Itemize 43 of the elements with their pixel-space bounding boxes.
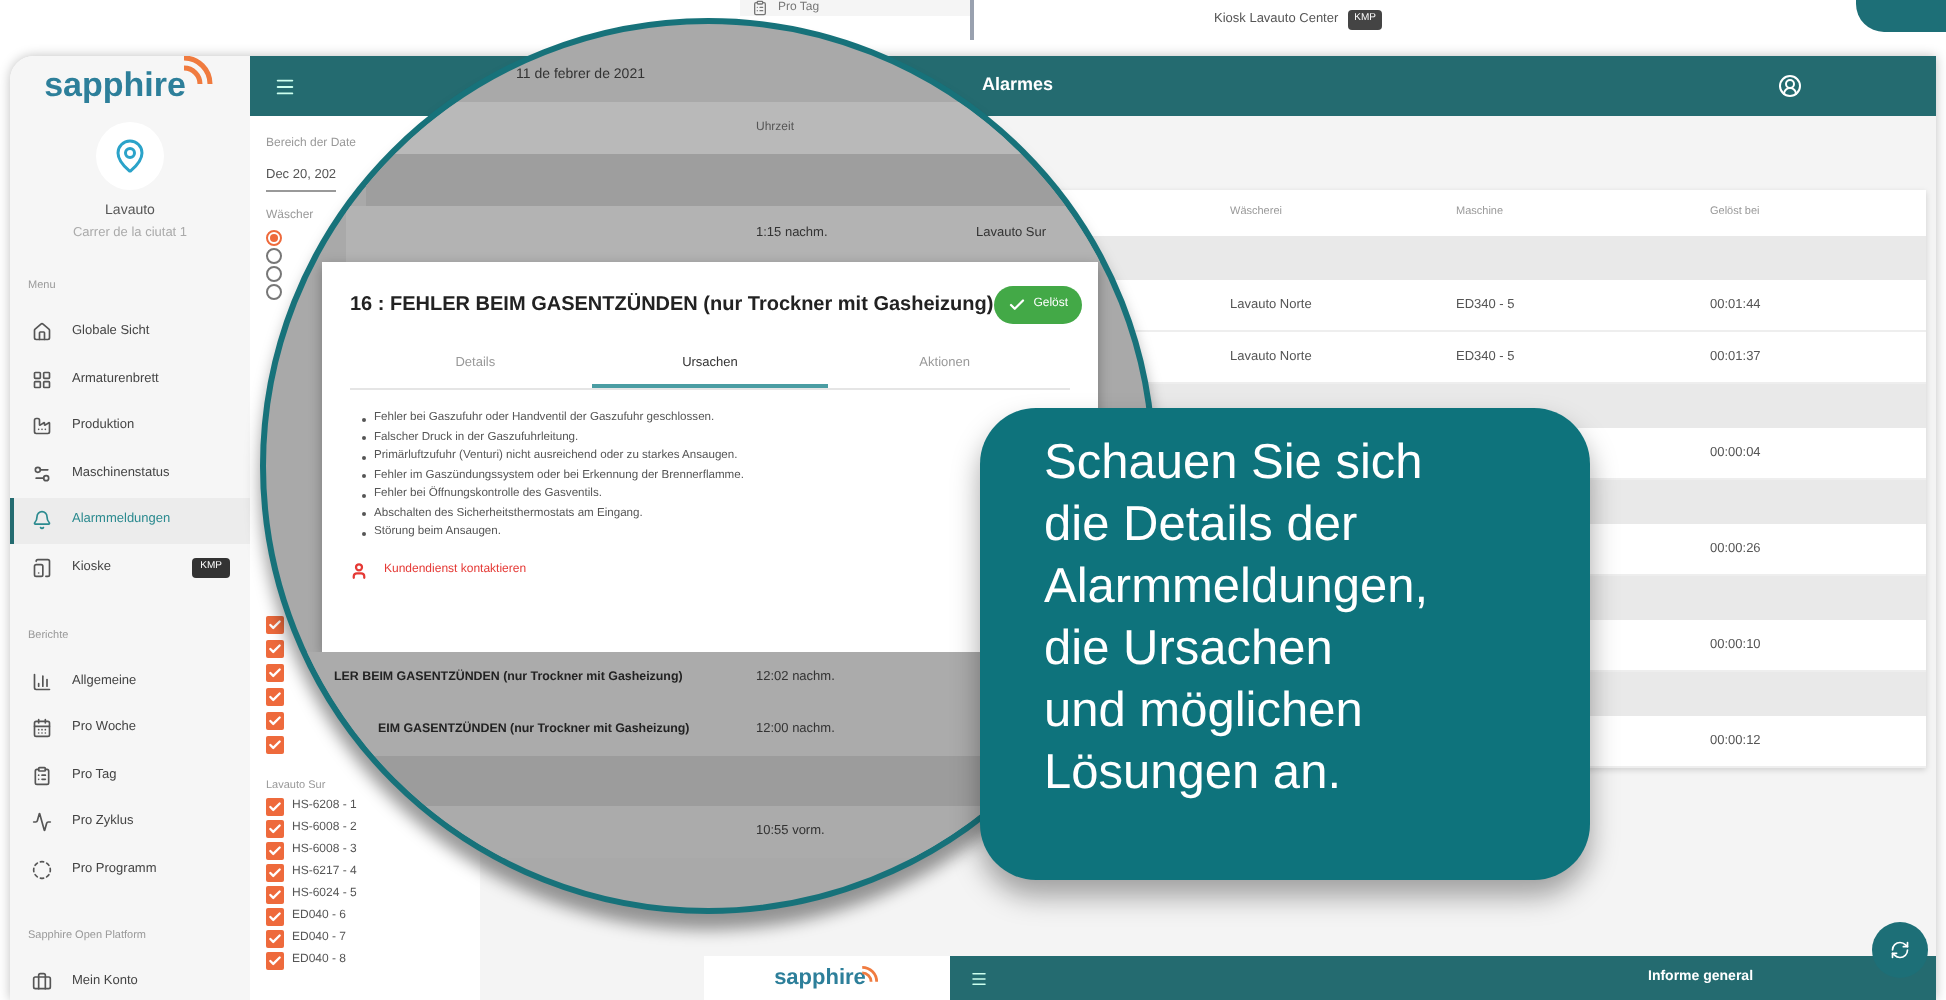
callout-text: Schauen Sie sich die Details der Alarmmeldungen, die Ursachen und möglichen Lösungen an. (1044, 434, 1431, 804)
grid-icon (32, 369, 52, 390)
pulse-icon (32, 812, 52, 832)
refresh-icon (1890, 940, 1910, 960)
bell-icon (32, 510, 52, 531)
brand-logo: sapphire (44, 68, 186, 102)
briefcase-icon (32, 972, 52, 993)
check-icon (1007, 296, 1026, 314)
checkbox[interactable] (266, 952, 284, 970)
checkbox[interactable] (266, 864, 284, 882)
checkbox[interactable] (266, 842, 284, 860)
checkbox[interactable] (266, 908, 284, 926)
panel-corner (1856, 0, 1946, 32)
checkbox[interactable] (266, 687, 284, 706)
checkbox[interactable] (266, 711, 284, 730)
menu-icon[interactable] (970, 969, 988, 987)
checkbox[interactable] (266, 798, 284, 816)
factory-icon (32, 416, 52, 437)
dialog-title: 16 : FEHLER BEIM GASENTZÜNDEN (nur Trockner mit Gasheizung) (350, 291, 994, 320)
circle-icon (32, 859, 52, 879)
radio-button[interactable] (266, 265, 282, 282)
brand-logo: sapphire (774, 967, 866, 989)
header-title: Alarmes (982, 72, 1054, 99)
bar-chart-icon (32, 671, 52, 691)
person-icon (350, 562, 368, 581)
clipboard-icon (752, 0, 768, 16)
home-icon (32, 322, 52, 343)
checkbox[interactable] (266, 930, 284, 948)
radio-button[interactable] (266, 247, 282, 264)
checkbox[interactable] (266, 663, 284, 682)
calendar-icon (32, 718, 52, 738)
radio-button[interactable] (266, 229, 282, 246)
tablet-icon (32, 557, 52, 578)
user-icon[interactable] (1778, 74, 1802, 98)
checkbox[interactable] (266, 615, 284, 634)
checkbox[interactable] (266, 886, 284, 904)
checkbox[interactable] (266, 639, 284, 658)
menu-icon[interactable] (274, 75, 296, 97)
checkbox[interactable] (266, 820, 284, 838)
location-avatar (96, 122, 164, 190)
checkbox[interactable] (266, 735, 284, 754)
clipboard-icon (32, 765, 52, 785)
radio-button[interactable] (266, 283, 282, 300)
